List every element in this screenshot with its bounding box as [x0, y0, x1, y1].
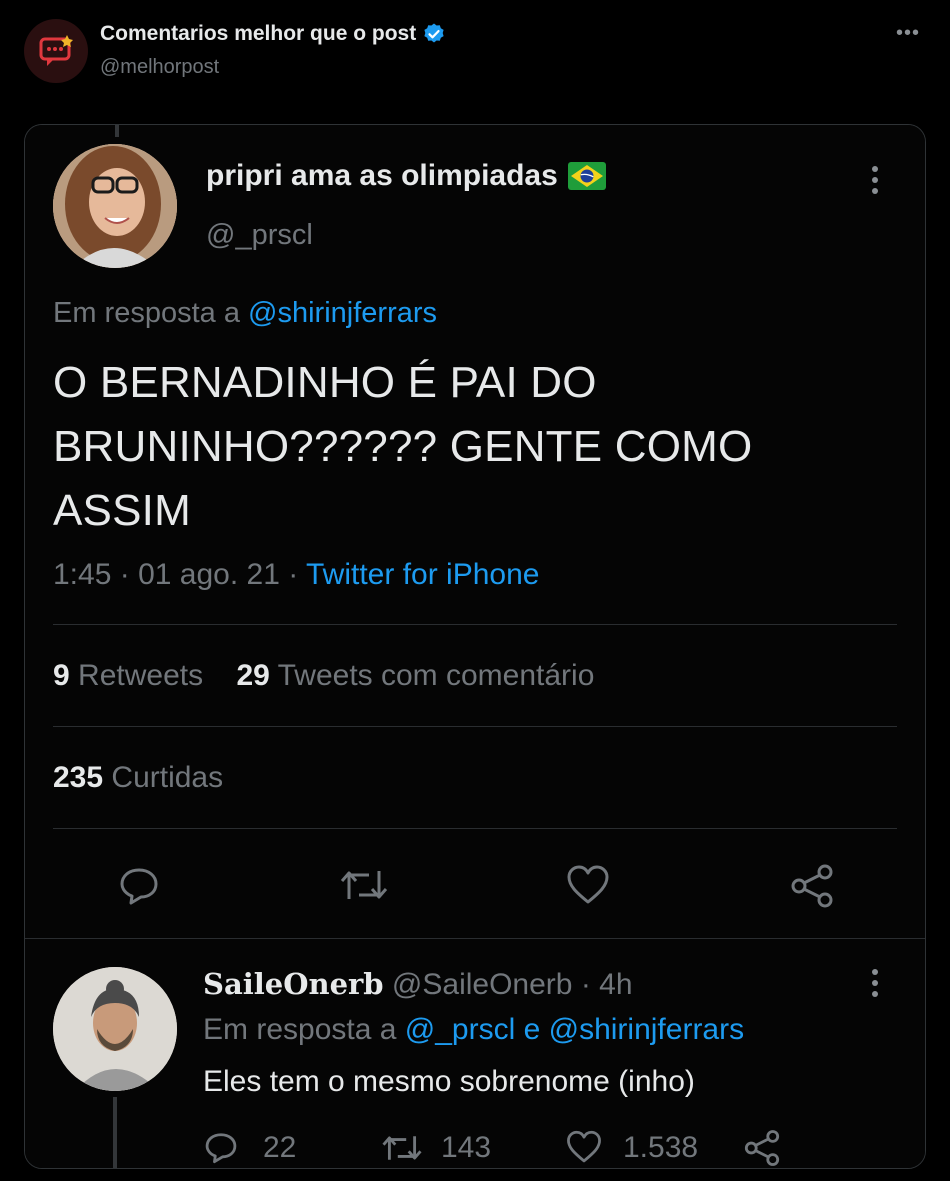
likes-label: Curtidas	[111, 761, 224, 794]
like-heart-icon[interactable]	[565, 1129, 603, 1165]
tweet-meta: 1:45 · 01 ago. 21 · Twitter for iPhone	[53, 558, 539, 592]
retweet-count: 143	[441, 1131, 492, 1164]
reply-age[interactable]: 4h	[599, 968, 632, 1001]
author-display-name[interactable]: pripri ama as olimpiadas	[206, 159, 558, 193]
quote-label: Tweets com comentário	[277, 659, 595, 692]
tweet-body-line: O BERNADINHO É PAI DO	[53, 358, 597, 407]
divider	[53, 726, 897, 727]
reply-conjunction: e	[523, 1013, 541, 1046]
reply-to-link[interactable]: @shirinjferrars	[549, 1013, 744, 1046]
tweet-stats-row: 9 Retweets 29 Tweets com comentário	[53, 659, 594, 693]
reply-author-handle[interactable]: @SaileOnerb	[392, 968, 573, 1001]
tweet-body-line: ASSIM	[53, 486, 191, 535]
reply-author-name[interactable]: SaileOnerb	[203, 967, 384, 1001]
avatar-photo-icon	[53, 144, 177, 268]
more-options-icon[interactable]	[871, 968, 879, 998]
meta-separator: ·	[580, 968, 591, 1001]
tweet-date[interactable]: 01 ago. 21	[138, 558, 280, 591]
retweets-label: Retweets	[78, 659, 204, 692]
thread-line	[113, 1097, 117, 1168]
brazil-flag-icon	[567, 162, 606, 190]
account-handle[interactable]: @melhorpost	[100, 56, 219, 79]
divider	[53, 828, 897, 829]
retweets-count: 9	[53, 659, 70, 692]
reply-icon[interactable]	[117, 863, 161, 907]
like-count: 1.538	[623, 1131, 699, 1164]
account-name-row[interactable]: Comentarios melhor que o post	[100, 22, 446, 46]
author-name-row[interactable]: pripri ama as olimpiadas	[206, 159, 606, 193]
more-options-icon[interactable]: •••	[896, 22, 920, 45]
author-avatar[interactable]	[53, 144, 177, 268]
reply-author-avatar[interactable]	[53, 967, 177, 1091]
retweet-icon[interactable]	[339, 865, 389, 905]
thread-line	[115, 125, 119, 137]
share-icon[interactable]	[789, 863, 835, 909]
likes-stats-row[interactable]: 235 Curtidas	[53, 761, 223, 795]
divider	[53, 624, 897, 625]
reply-prefix: Em resposta a	[53, 297, 240, 329]
verified-badge-icon	[424, 23, 444, 43]
reply-to-link[interactable]: @shirinjferrars	[248, 297, 437, 329]
reply-prefix: Em resposta a	[203, 1013, 397, 1046]
reply-to-link[interactable]: @_prscl	[405, 1013, 515, 1046]
reply-icon[interactable]	[203, 1129, 239, 1165]
reply-context: Em resposta a @_prscl e @shirinjferrars	[203, 1013, 744, 1047]
account-avatar[interactable]	[24, 19, 88, 83]
quote-count: 29	[236, 659, 270, 692]
retweets-stat[interactable]: 9 Retweets	[53, 659, 203, 692]
reply-count: 22	[263, 1131, 297, 1164]
account-display-name[interactable]: Comentarios melhor que o post	[100, 22, 416, 46]
meta-separator: ·	[288, 558, 299, 591]
tweet-body: O BERNADINHO É PAI DO BRUNINHO?????? GEN…	[53, 351, 873, 543]
quote-tweets-stat[interactable]: 29 Tweets com comentário	[236, 659, 594, 692]
section-divider	[25, 938, 925, 939]
tweet-time[interactable]: 1:45	[53, 558, 111, 591]
author-handle[interactable]: @_prscl	[206, 219, 313, 252]
tweet-screenshot-card[interactable]: pripri ama as olimpiadas @_prscl Em resp…	[24, 124, 926, 1169]
tweet-source-link[interactable]: Twitter for iPhone	[306, 558, 539, 591]
retweet-icon[interactable]	[381, 1131, 423, 1165]
share-icon[interactable]	[743, 1129, 781, 1167]
chat-bubble-icon	[39, 35, 73, 66]
tweet-body-line: BRUNINHO?????? GENTE COMO	[53, 422, 753, 471]
reply-body: Eles tem o mesmo sobrenome (inho)	[203, 1065, 695, 1098]
avatar-drawing-icon	[53, 967, 177, 1091]
likes-count: 235	[53, 761, 104, 794]
reply-context: Em resposta a @shirinjferrars	[53, 297, 437, 330]
meta-separator: ·	[119, 558, 130, 591]
more-options-icon[interactable]	[871, 165, 879, 195]
reply-header: SaileOnerb @SaileOnerb · 4h	[203, 967, 633, 1002]
like-heart-icon[interactable]	[565, 863, 611, 907]
